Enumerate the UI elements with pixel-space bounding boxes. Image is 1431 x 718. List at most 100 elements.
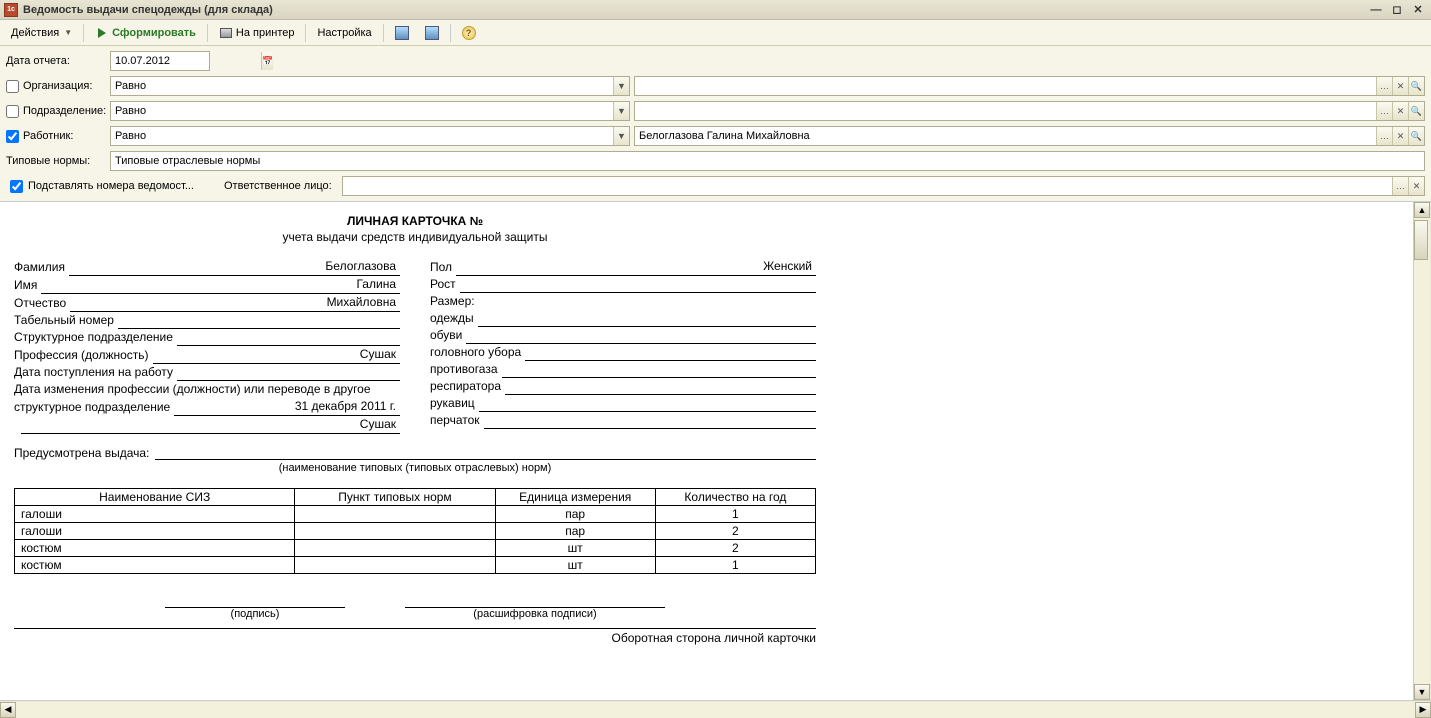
decipher-line [405, 594, 665, 608]
handgloves-value [484, 415, 816, 429]
vertical-scrollbar[interactable]: ▲ ▼ [1413, 202, 1431, 700]
search-icon[interactable]: 🔍 [1408, 102, 1424, 120]
minimize-button[interactable]: — [1367, 3, 1385, 17]
emp-label: Работник: [6, 130, 106, 143]
calendar-icon[interactable]: 📅 [261, 52, 273, 70]
clear-icon[interactable]: ✕ [1392, 102, 1408, 120]
org-value-combo[interactable]: … ✕ 🔍 [634, 76, 1425, 96]
report-date-field[interactable]: 📅 [110, 51, 210, 71]
help-icon: ? [462, 26, 476, 40]
scroll-track[interactable] [16, 702, 1415, 718]
org-label-text: Организация: [23, 80, 92, 92]
emp-op-combo[interactable]: ▼ [110, 126, 630, 146]
changedate-extra: Сушак [21, 416, 400, 434]
tabno-value [118, 315, 400, 329]
tool-button-1[interactable] [388, 23, 416, 43]
dept-value-combo[interactable]: … ✕ 🔍 [634, 101, 1425, 121]
chevron-down-icon[interactable]: ▼ [613, 127, 629, 145]
separator [83, 24, 84, 42]
col-unit: Единица измерения [495, 489, 655, 506]
settings-label: Настройка [317, 27, 371, 39]
gloves-label: рукавиц [430, 395, 479, 412]
org-value-input[interactable] [635, 77, 1376, 95]
generate-button[interactable]: Сформировать [88, 23, 203, 43]
scroll-track[interactable] [1414, 218, 1430, 684]
table-row: костюмшт1 [15, 557, 816, 574]
clear-icon[interactable]: ✕ [1392, 127, 1408, 145]
profession-label: Профессия (должность) [14, 347, 153, 364]
height-label: Рост [430, 276, 460, 293]
sex-label: Пол [430, 259, 456, 276]
resp-combo[interactable]: … ✕ [342, 176, 1425, 196]
play-icon [95, 26, 109, 40]
changedate-value: 31 декабря 2011 г. [174, 398, 400, 416]
ellipsis-icon[interactable]: … [1392, 177, 1408, 195]
separator [207, 24, 208, 42]
gloves-value [479, 398, 816, 412]
scroll-thumb[interactable] [1414, 220, 1428, 260]
actions-menu[interactable]: Действия ▼ [4, 23, 79, 43]
clear-icon[interactable]: ✕ [1408, 177, 1424, 195]
dept-op-input[interactable] [111, 102, 613, 120]
hiredate-value [177, 367, 400, 381]
surname-label: Фамилия [14, 259, 69, 276]
emp-value-combo[interactable]: … ✕ 🔍 [634, 126, 1425, 146]
org-op-combo[interactable]: ▼ [110, 76, 630, 96]
dept-op-combo[interactable]: ▼ [110, 101, 630, 121]
printer-icon [219, 26, 233, 40]
scroll-up-icon[interactable]: ▲ [1414, 202, 1430, 218]
norms-input[interactable] [111, 152, 1424, 170]
ellipsis-icon[interactable]: … [1376, 127, 1392, 145]
table-row: галошипар1 [15, 506, 816, 523]
report-page: ЛИЧНАЯ КАРТОЧКА № учета выдачи средств и… [0, 202, 830, 657]
ellipsis-icon[interactable]: … [1376, 77, 1392, 95]
dept-label: Подразделение: [6, 105, 106, 118]
org-label: Организация: [6, 80, 106, 93]
separator [383, 24, 384, 42]
app-icon: 1c [4, 3, 18, 17]
ellipsis-icon[interactable]: … [1376, 102, 1392, 120]
back-side-title: Оборотная сторона личной карточки [14, 628, 816, 645]
clear-icon[interactable]: ✕ [1392, 77, 1408, 95]
org-checkbox[interactable] [6, 80, 19, 93]
print-label: На принтер [236, 27, 295, 39]
scroll-left-icon[interactable]: ◀ [0, 702, 16, 718]
emp-value-input[interactable] [635, 127, 1376, 145]
chevron-down-icon[interactable]: ▼ [613, 77, 629, 95]
subst-checkbox[interactable] [10, 180, 23, 193]
subst-label: Подставлять номера ведомост... [28, 180, 194, 192]
tool-icon [425, 26, 439, 40]
card-subtitle: учета выдачи средств индивидуальной защи… [14, 230, 816, 244]
tool-icon [395, 26, 409, 40]
separator [305, 24, 306, 42]
report-scroll[interactable]: ЛИЧНАЯ КАРТОЧКА № учета выдачи средств и… [0, 202, 1431, 700]
emp-checkbox[interactable] [6, 130, 19, 143]
maximize-button[interactable]: ◻ [1388, 3, 1406, 17]
titlebar: 1c Ведомость выдачи спецодежды (для скла… [0, 0, 1431, 20]
profession-value: Сушак [153, 346, 400, 364]
norms-combo[interactable] [110, 151, 1425, 171]
search-icon[interactable]: 🔍 [1408, 127, 1424, 145]
scroll-down-icon[interactable]: ▼ [1414, 684, 1430, 700]
table-row: галошипар2 [15, 523, 816, 540]
emp-op-input[interactable] [111, 127, 613, 145]
issue-caption: (наименование типовых (типовых отраслевы… [14, 462, 816, 474]
col-name: Наименование СИЗ [15, 489, 295, 506]
resp-input[interactable] [343, 177, 1392, 195]
close-button[interactable]: ✕ [1409, 3, 1427, 17]
window-title: Ведомость выдачи спецодежды (для склада) [23, 4, 1367, 16]
search-icon[interactable]: 🔍 [1408, 77, 1424, 95]
horizontal-scrollbar[interactable]: ◀ ▶ [0, 700, 1431, 718]
dept-value-input[interactable] [635, 102, 1376, 120]
help-button[interactable]: ? [455, 23, 483, 43]
org-op-input[interactable] [111, 77, 613, 95]
scroll-right-icon[interactable]: ▶ [1415, 702, 1431, 718]
chevron-down-icon[interactable]: ▼ [613, 102, 629, 120]
print-button[interactable]: На принтер [212, 23, 302, 43]
patronymic-value: Михайловна [70, 294, 400, 312]
toolbar: Действия ▼ Сформировать На принтер Настр… [0, 20, 1431, 46]
tool-button-2[interactable] [418, 23, 446, 43]
report-date-input[interactable] [111, 52, 261, 70]
settings-button[interactable]: Настройка [310, 23, 378, 43]
dept-checkbox[interactable] [6, 105, 19, 118]
